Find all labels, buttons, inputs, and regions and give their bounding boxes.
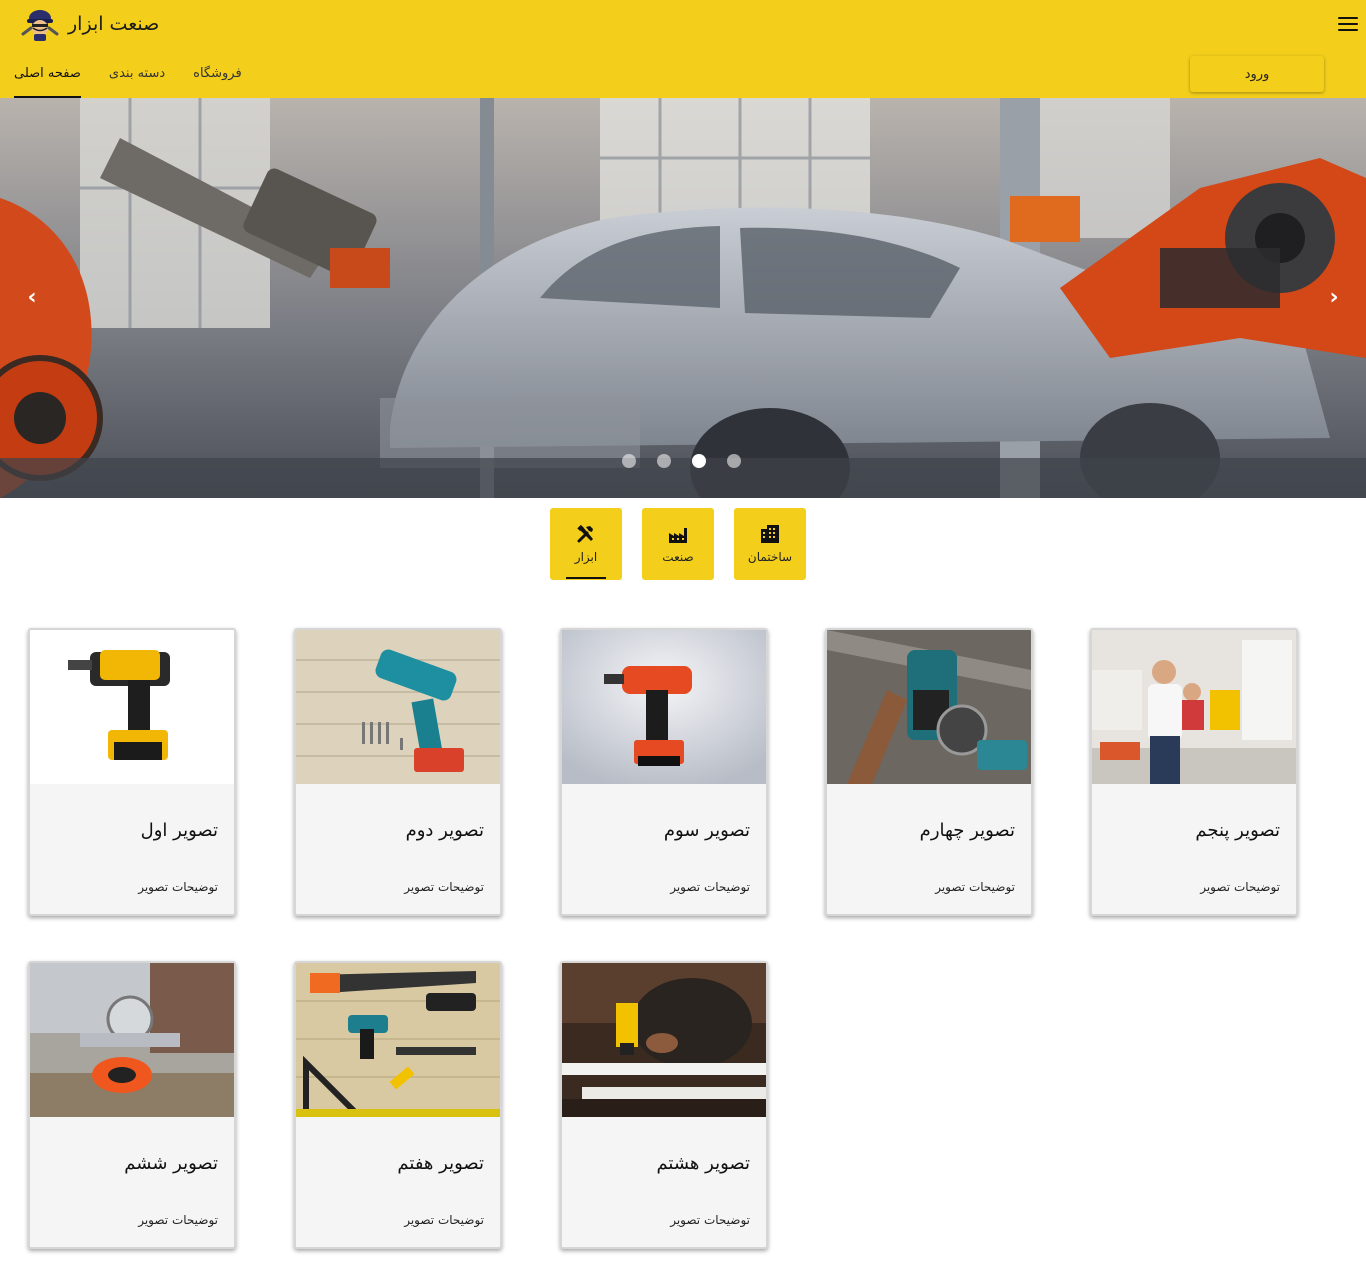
- chevron-left-icon[interactable]: ‹: [20, 284, 44, 312]
- nav-categories[interactable]: دسته بندی: [109, 56, 165, 98]
- image-card[interactable]: تصویر ششم توضیحات تصویر: [28, 961, 236, 1249]
- carousel-dot[interactable]: [657, 454, 671, 468]
- card-title: تصویر هشتم: [656, 1153, 750, 1174]
- drill-photo-1: [30, 630, 234, 784]
- image-card[interactable]: تصویر هشتم توضیحات تصویر: [560, 961, 768, 1249]
- main-nav: صفحه اصلی دسته بندی فروشگاه: [14, 56, 242, 98]
- card-title: تصویر هفتم: [397, 1153, 484, 1174]
- hero-carousel: ‹ ›: [0, 98, 1366, 498]
- login-button[interactable]: ورود: [1190, 56, 1324, 92]
- workshop-photo-5: [1092, 630, 1296, 784]
- nav-shop[interactable]: فروشگاه: [193, 56, 242, 98]
- tab-building[interactable]: ساختمان: [734, 508, 806, 580]
- hamburger-menu-icon[interactable]: [1338, 16, 1358, 32]
- tab-tools-label: ابزار: [574, 550, 598, 564]
- card-title: تصویر سوم: [663, 820, 750, 841]
- drill-photo-3: [562, 630, 766, 784]
- drill-photo-4: [827, 630, 1031, 784]
- card-description: توضیحات تصویر: [935, 880, 1015, 894]
- tab-industry[interactable]: صنعت: [642, 508, 714, 580]
- card-description: توضیحات تصویر: [1200, 880, 1280, 894]
- card-title: تصویر پنجم: [1195, 820, 1280, 841]
- carousel-dot[interactable]: [622, 454, 636, 468]
- factory-icon: [669, 528, 687, 543]
- card-description: توضیحات تصویر: [404, 880, 484, 894]
- brand[interactable]: صنعت ابزار: [20, 6, 159, 42]
- card-description: توضیحات تصویر: [138, 880, 218, 894]
- image-card[interactable]: تصویر دوم توضیحات تصویر: [294, 628, 502, 916]
- tab-industry-label: صنعت: [662, 550, 694, 564]
- carpenter-photo-8: [562, 963, 766, 1117]
- building-icon: [761, 525, 779, 543]
- card-title: تصویر اول: [140, 820, 218, 841]
- toolset-photo-7: [296, 963, 500, 1117]
- image-card[interactable]: تصویر سوم توضیحات تصویر: [560, 628, 768, 916]
- image-card[interactable]: تصویر چهارم توضیحات تصویر: [825, 628, 1033, 916]
- hero-image: [0, 98, 1366, 498]
- carousel-indicators: [622, 454, 741, 468]
- tools-icon: [577, 524, 593, 543]
- card-description: توضیحات تصویر: [404, 1213, 484, 1227]
- chevron-right-icon[interactable]: ›: [1322, 284, 1346, 312]
- carousel-dot[interactable]: [727, 454, 741, 468]
- top-header: صنعت ابزار صفحه اصلی دسته بندی فروشگاه و…: [0, 0, 1366, 98]
- card-description: توضیحات تصویر: [670, 1213, 750, 1227]
- miter-saw-photo-6: [30, 963, 234, 1117]
- card-title: تصویر چهارم: [919, 820, 1015, 841]
- card-description: توضیحات تصویر: [670, 880, 750, 894]
- card-title: تصویر ششم: [124, 1153, 218, 1174]
- tab-tools[interactable]: ابزار: [550, 508, 622, 580]
- category-tabs: ابزار صنعت ساختمان: [550, 508, 806, 580]
- carousel-dot-active[interactable]: [692, 454, 706, 468]
- image-card[interactable]: تصویر اول توضیحات تصویر: [28, 628, 236, 916]
- image-card[interactable]: تصویر پنجم توضیحات تصویر: [1090, 628, 1298, 916]
- brand-name: صنعت ابزار: [68, 13, 160, 35]
- nav-home[interactable]: صفحه اصلی: [14, 56, 81, 98]
- drill-photo-2: [296, 630, 500, 784]
- card-description: توضیحات تصویر: [138, 1213, 218, 1227]
- worker-helmet-icon: [21, 10, 59, 41]
- tab-building-label: ساختمان: [747, 550, 793, 564]
- image-card[interactable]: تصویر هفتم توضیحات تصویر: [294, 961, 502, 1249]
- card-title: تصویر دوم: [405, 820, 484, 841]
